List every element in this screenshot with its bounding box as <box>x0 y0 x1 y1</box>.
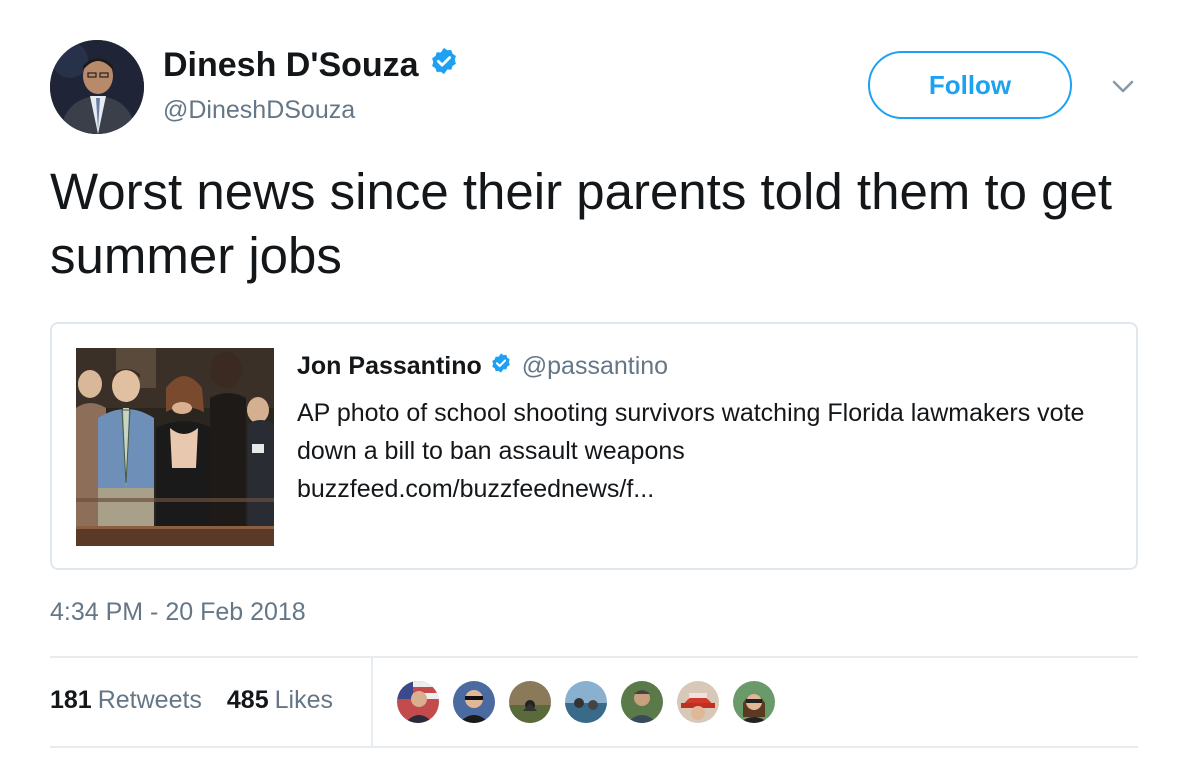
liker-avatar[interactable] <box>451 679 497 725</box>
verified-badge-icon <box>490 352 512 381</box>
liker-avatar[interactable] <box>731 679 777 725</box>
quoted-tweet-body: AP photo of school shooting survivors wa… <box>297 399 1085 465</box>
author-name[interactable]: Dinesh D'Souza <box>163 46 459 85</box>
quoted-author-name[interactable]: Jon Passantino <box>297 352 482 381</box>
retweets-stat[interactable]: 181 Retweets <box>50 686 202 715</box>
quoted-tweet-link[interactable]: buzzfeed.com/buzzfeednews/f... <box>297 475 654 503</box>
tweet-stats: 181 Retweets 485 Likes <box>50 686 351 715</box>
verified-badge-icon <box>429 46 459 85</box>
liker-avatar[interactable] <box>619 679 665 725</box>
likes-label: Likes <box>274 686 333 714</box>
chevron-down-icon[interactable] <box>1108 74 1138 98</box>
likes-stat[interactable]: 485 Likes <box>227 686 333 715</box>
quoted-tweet-photo[interactable] <box>76 348 274 546</box>
retweets-label: Retweets <box>97 686 202 714</box>
divider-top <box>50 656 1138 658</box>
quoted-tweet-header[interactable]: Jon Passantino @passantino <box>297 352 668 381</box>
retweets-count: 181 <box>50 686 92 714</box>
author-name-text: Dinesh D'Souza <box>163 46 419 84</box>
likes-count: 485 <box>226 686 269 714</box>
tweet-timestamp[interactable]: 4:34 PM - 20 Feb 2018 <box>50 598 306 627</box>
liker-avatar[interactable] <box>507 679 553 725</box>
follow-button[interactable]: Follow <box>868 51 1072 119</box>
author-handle[interactable]: @DineshDSouza <box>163 96 355 125</box>
author-avatar[interactable] <box>50 40 144 134</box>
liker-avatars <box>395 679 787 725</box>
stats-divider <box>371 657 373 747</box>
quoted-tweet-card[interactable]: Jon Passantino @passantino AP photo of s… <box>50 322 1138 570</box>
quoted-author-handle[interactable]: @passantino <box>522 352 668 381</box>
divider-bottom <box>50 746 1138 748</box>
tweet-text: Worst news since their parents told them… <box>50 163 1113 284</box>
liker-avatar[interactable] <box>563 679 609 725</box>
quoted-tweet-text: AP photo of school shooting survivors wa… <box>297 394 1127 508</box>
liker-avatar[interactable] <box>395 679 441 725</box>
liker-avatar[interactable] <box>675 679 721 725</box>
